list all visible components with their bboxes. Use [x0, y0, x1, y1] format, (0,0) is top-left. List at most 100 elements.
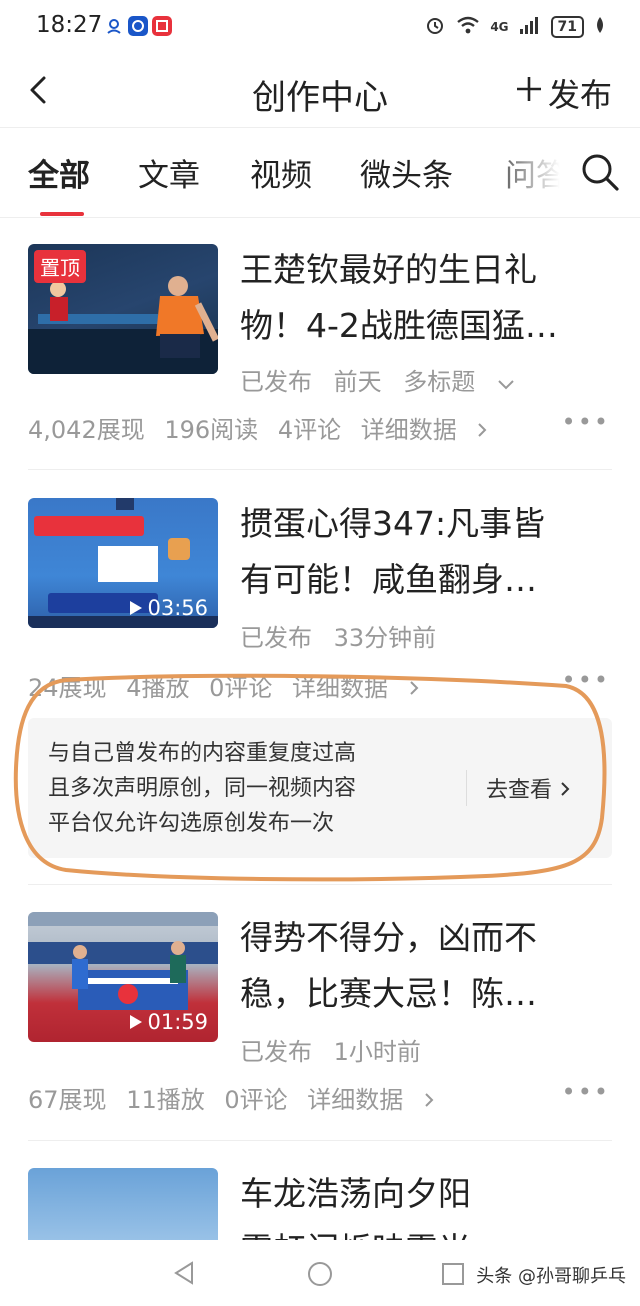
battery-indicator: 71	[550, 16, 584, 38]
multi-title-dropdown[interactable]: 多标题	[403, 368, 515, 396]
publish-time: 前天	[333, 368, 382, 396]
location-icon	[104, 16, 124, 36]
detail-data-link[interactable]: 详细数据	[361, 416, 489, 444]
top-app-bar: 创作中心 发布	[0, 56, 640, 128]
tab-articles[interactable]: 文章	[138, 150, 200, 195]
browser-icon	[128, 16, 148, 36]
article-card[interactable]: 车龙浩荡向夕阳 霞虹闪烁映霞光	[0, 1168, 640, 1240]
impressions: 4,042展现	[28, 416, 145, 444]
article-thumbnail: 置顶	[28, 244, 218, 374]
publish-status: 已发布	[240, 624, 312, 652]
detail-data-label: 详细数据	[307, 1086, 404, 1114]
chevron-down-icon	[498, 380, 514, 390]
divider	[28, 469, 612, 470]
category-tabs: 全部 文章 视频 微头条 问答	[0, 128, 640, 218]
leaf-icon	[594, 16, 606, 38]
article-title: 王楚钦最好的生日礼 物！4-2战胜德国猛…	[240, 242, 620, 354]
article-meta: 已发布 前天 多标题	[240, 362, 529, 397]
news-app-icon	[152, 16, 172, 36]
tab-all[interactable]: 全部	[28, 150, 90, 195]
nav-recents-icon[interactable]	[440, 1261, 466, 1291]
detail-data-link[interactable]: 详细数据	[292, 674, 420, 702]
detail-data-label: 详细数据	[360, 416, 457, 444]
signal-label: 4G	[490, 20, 509, 34]
warning-line-3: 平台仅允许勾选原创发布一次	[48, 811, 335, 836]
article-meta: 已发布 1小时前	[240, 1032, 435, 1067]
status-time: 18:27	[36, 12, 103, 38]
title-line-1: 王楚钦最好的生日礼	[240, 250, 537, 289]
title-line-2: 稳，比赛大忌！陈…	[240, 974, 537, 1013]
publish-status: 已发布	[240, 368, 312, 396]
more-dots-icon[interactable]: •••	[562, 666, 610, 694]
comments: 4评论	[277, 416, 342, 444]
video-duration: 01:59	[129, 1010, 208, 1034]
article-meta: 已发布 33分钟前	[240, 618, 450, 653]
publish-status: 已发布	[240, 1038, 312, 1066]
alarm-icon	[424, 14, 446, 40]
chevron-right-icon	[425, 1093, 434, 1107]
status-indicators: 4G 71	[424, 14, 606, 40]
publish-button[interactable]: 发布	[514, 70, 612, 116]
watermark: 头条 @孙哥聊乒乓	[476, 1266, 626, 1287]
plays: 11播放	[126, 1086, 205, 1114]
article-stats: 4,042展现 196阅读 4评论 详细数据	[28, 410, 500, 445]
nav-home-icon[interactable]	[306, 1260, 334, 1292]
active-tab-indicator	[40, 212, 84, 216]
duration-text: 03:56	[147, 596, 208, 620]
play-icon	[130, 601, 143, 615]
article-thumbnail	[28, 1168, 218, 1240]
video-thumbnail: 01:59	[28, 912, 218, 1042]
divider	[28, 884, 612, 885]
tab-micro-posts[interactable]: 微头条	[360, 150, 453, 195]
chevron-right-icon	[561, 782, 570, 796]
article-card[interactable]: 01:59 得势不得分，凶而不 稳，比赛大忌！陈… 已发布 1小时前 67展现 …	[0, 912, 640, 1142]
publish-time: 33分钟前	[333, 624, 437, 652]
divider	[28, 1140, 612, 1141]
signal-icon	[519, 15, 541, 39]
pinned-badge: 置顶	[34, 250, 86, 283]
detail-data-label: 详细数据	[292, 674, 389, 702]
tab-videos[interactable]: 视频	[250, 150, 312, 195]
chevron-right-icon	[478, 423, 487, 437]
more-dots-icon[interactable]: •••	[562, 408, 610, 436]
nav-back-icon[interactable]	[172, 1260, 198, 1290]
wifi-icon	[456, 15, 480, 39]
duration-text: 01:59	[147, 1010, 208, 1034]
warning-message: 与自己曾发布的内容重复度过高 且多次声明原创，同一视频内容 平台仅允许勾选原创发…	[48, 736, 448, 841]
view-details-button[interactable]: 去查看	[486, 772, 571, 804]
publish-time: 1小时前	[333, 1038, 421, 1066]
article-stats: 67展现 11播放 0评论 详细数据	[28, 1080, 447, 1115]
article-card[interactable]: 置顶 王楚钦最好的生日礼 物！4-2战胜德国猛… 已发布 前天 多标题 4,04…	[0, 244, 640, 470]
article-title: 车龙浩荡向夕阳 霞虹闪烁映霞光	[240, 1168, 620, 1240]
video-thumbnail: 03:56	[28, 498, 218, 628]
title-line-2: 霞虹闪烁映霞光	[240, 1222, 620, 1240]
comments: 0评论	[224, 1086, 288, 1114]
video-duration: 03:56	[129, 596, 208, 620]
impressions: 24展现	[28, 674, 107, 702]
duplicate-warning-box: 与自己曾发布的内容重复度过高 且多次声明原创，同一视频内容 平台仅允许勾选原创发…	[28, 718, 612, 858]
article-stats: 24展现 4播放 0评论 详细数据	[28, 668, 432, 703]
more-dots-icon[interactable]: •••	[562, 1078, 610, 1106]
warning-separator	[466, 770, 467, 806]
status-bar: 18:27 4G 71	[0, 0, 640, 56]
view-details-label: 去查看	[486, 778, 553, 803]
impressions: 67展现	[28, 1086, 107, 1114]
title-line-1: 掼蛋心得347:凡事皆	[240, 504, 546, 543]
warning-line-1: 与自己曾发布的内容重复度过高	[48, 741, 357, 766]
plus-icon	[514, 74, 544, 112]
plays: 4播放	[126, 674, 190, 702]
system-nav-bar: 头条 @孙哥聊乒乓	[0, 1240, 640, 1306]
reads: 196阅读	[164, 416, 259, 444]
warning-line-2: 且多次声明原创，同一视频内容	[48, 776, 357, 801]
publish-label: 发布	[547, 76, 612, 114]
detail-data-link[interactable]: 详细数据	[307, 1086, 435, 1114]
title-line-1: 得势不得分，凶而不	[240, 918, 537, 957]
tab-fade	[480, 128, 580, 216]
article-title: 掼蛋心得347:凡事皆 有可能！咸鱼翻身…	[240, 496, 620, 608]
article-title: 得势不得分，凶而不 稳，比赛大忌！陈…	[240, 910, 620, 1022]
play-icon	[130, 1015, 143, 1029]
multi-title-label: 多标题	[403, 368, 476, 396]
title-line-2: 物！4-2战胜德国猛…	[240, 306, 558, 345]
title-line-2: 有可能！咸鱼翻身…	[240, 560, 537, 599]
search-icon[interactable]	[578, 150, 622, 194]
